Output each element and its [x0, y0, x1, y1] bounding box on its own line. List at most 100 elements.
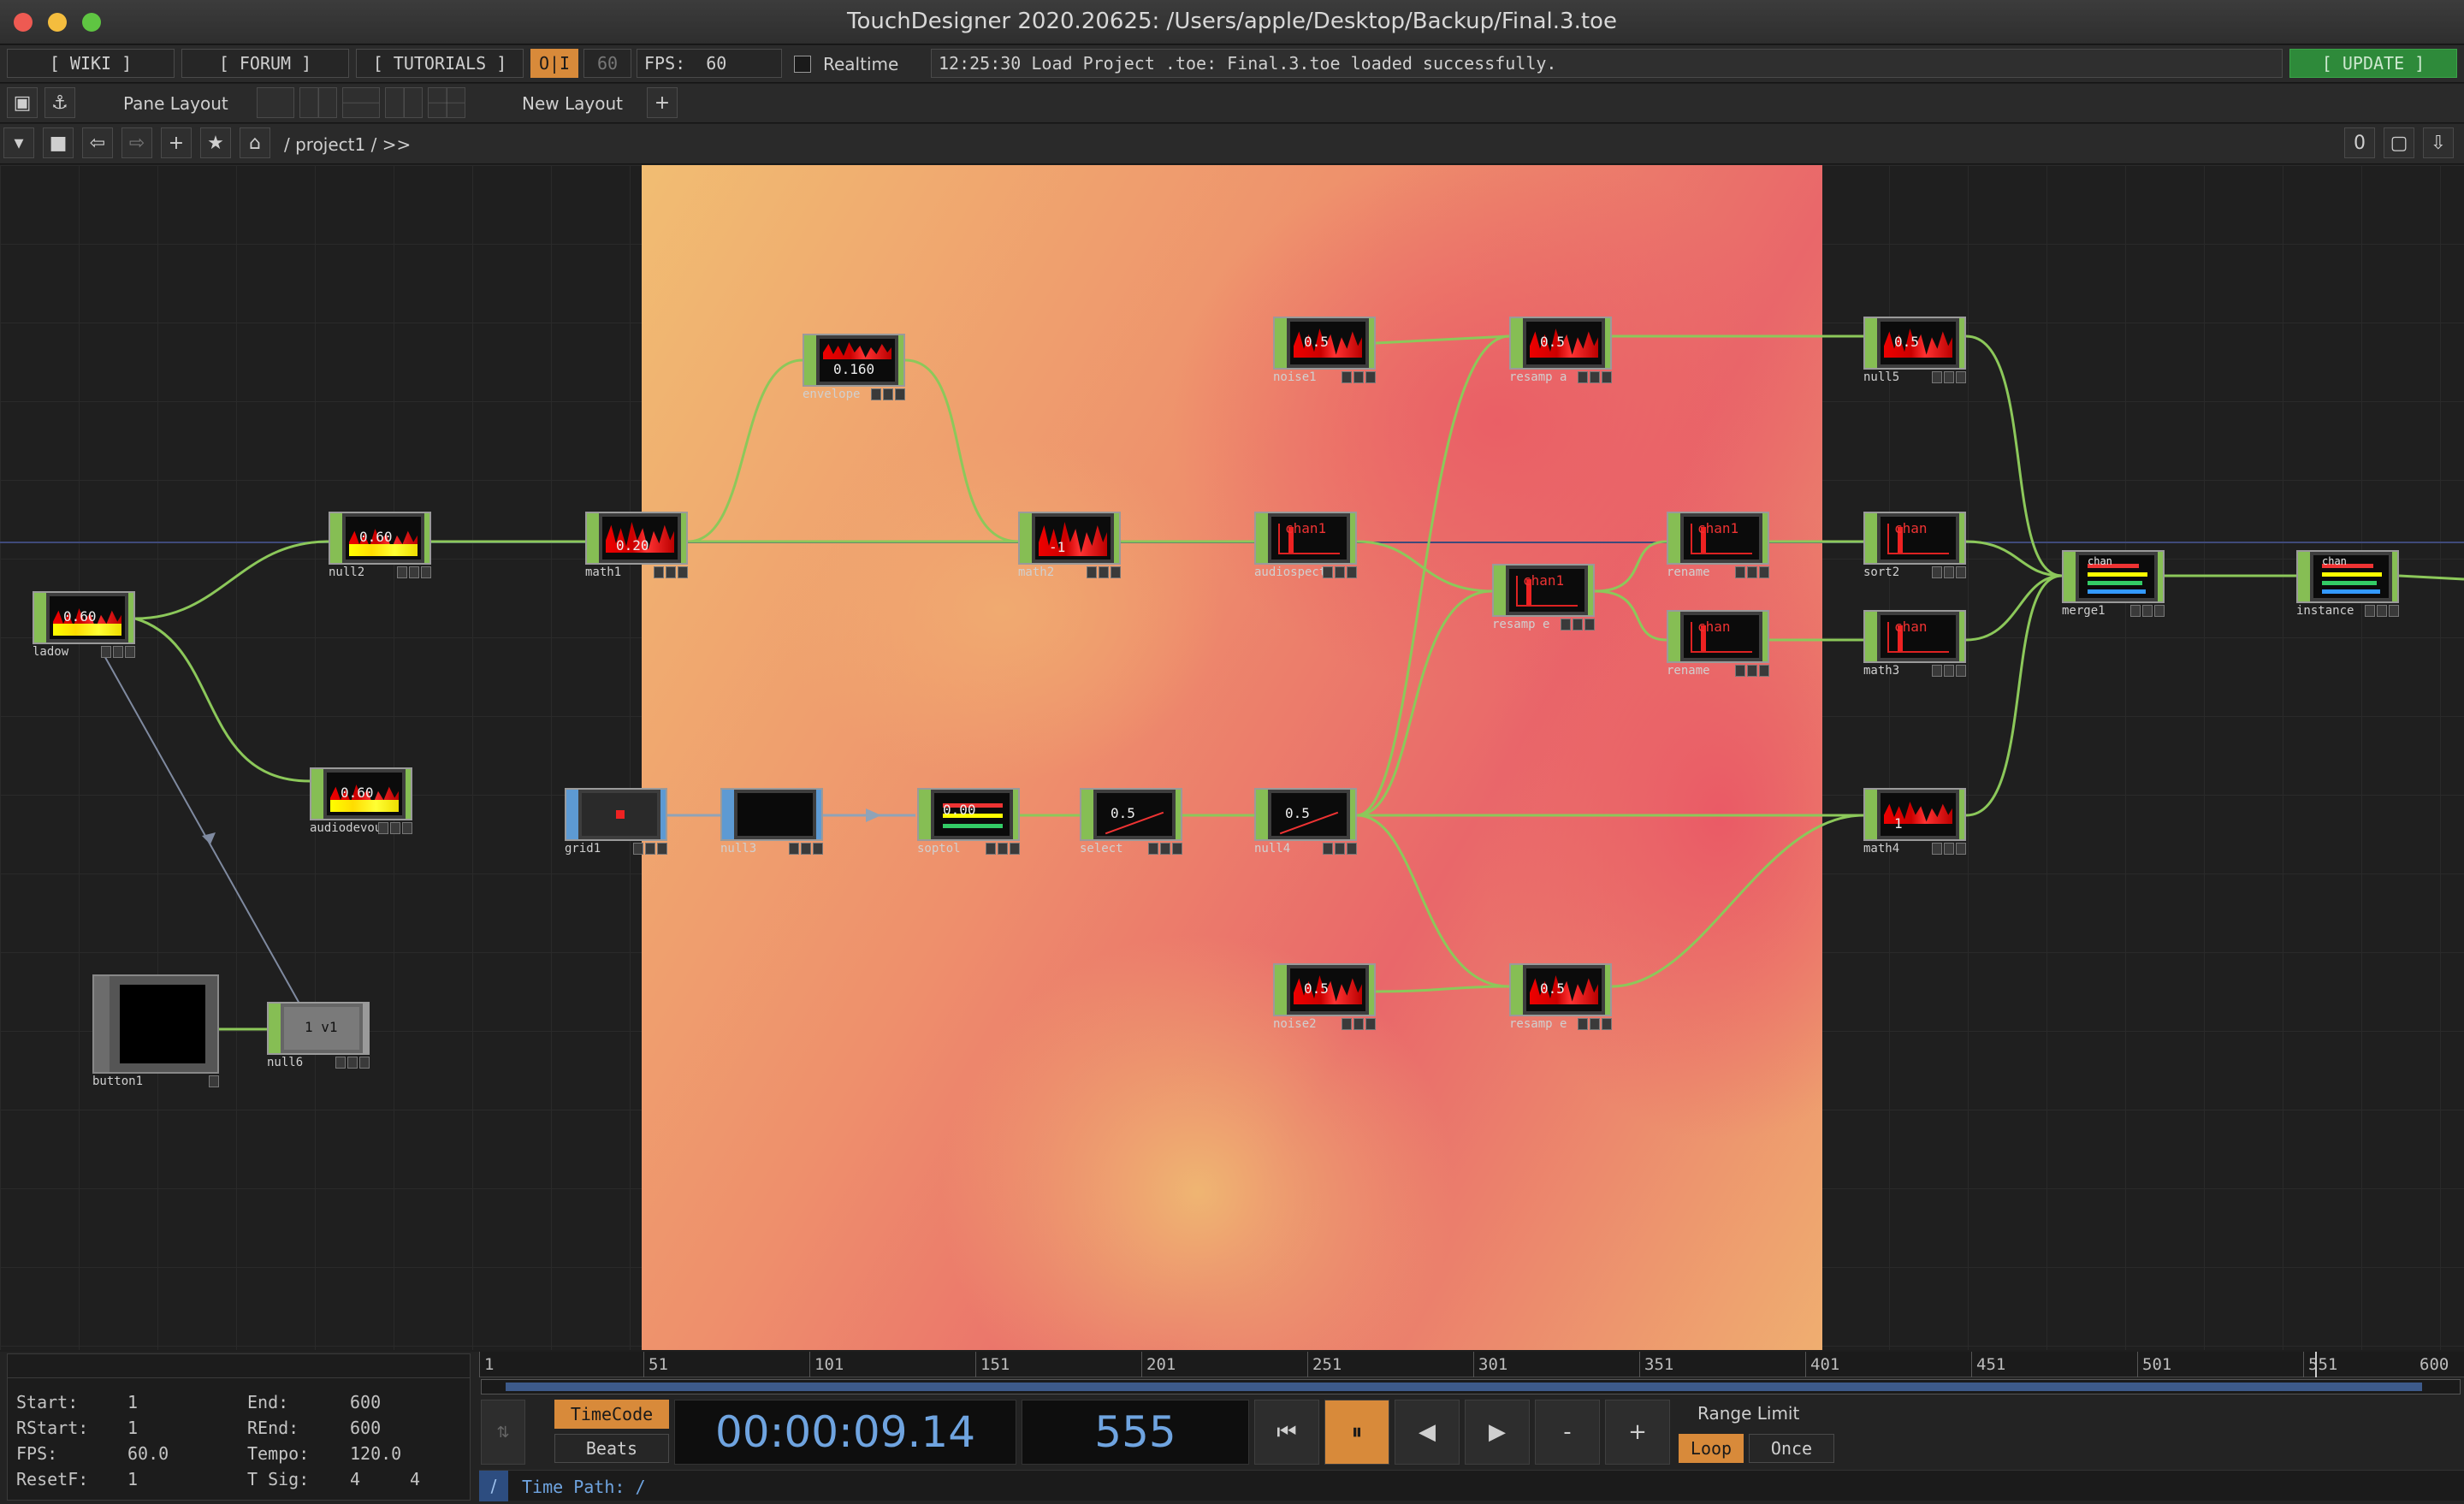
chop-node-envelope[interactable]: 0.160 envelope	[803, 334, 905, 400]
node-label: null5	[1863, 370, 1900, 384]
resetf-label: ResetF:	[16, 1469, 89, 1489]
chop-node-resamp-b[interactable]: chan1 resamp e	[1492, 564, 1595, 631]
layout-vsplit-icon[interactable]	[299, 87, 337, 118]
chop-node-instance[interactable]: chan instance	[2296, 550, 2399, 617]
chop-node-math3[interactable]: chan math3	[1863, 610, 1966, 677]
once-button[interactable]: Once	[1749, 1434, 1834, 1463]
chop-node-null5[interactable]: 0.5 null5	[1863, 317, 1966, 383]
chop-node-merge1[interactable]: chan merge1	[2062, 550, 2165, 617]
tick-label: 301	[1478, 1355, 1508, 1374]
loop-button[interactable]: Loop	[1679, 1434, 1744, 1463]
timeline-ruler[interactable]: 1 51 101 151 201 251 301 351 401 451 501…	[479, 1352, 2464, 1377]
chop-node-null2[interactable]: 0.60 null2	[329, 512, 431, 578]
rstart-value[interactable]: 1	[127, 1418, 138, 1438]
layout-bar: ▣ ⚓ Pane Layout New Layout +	[0, 84, 2464, 123]
range-limit-label: Range Limit	[1697, 1403, 1800, 1424]
timecode-display[interactable]: 00:00:09.14	[674, 1400, 1016, 1465]
chop-node-soptol[interactable]: 0.00 soptol	[917, 788, 1020, 855]
chop-node-ladow[interactable]: 0.60 ladow	[33, 591, 135, 658]
chop-node-rename1[interactable]: chan1 rename	[1667, 512, 1769, 578]
timeline-scrollbar[interactable]	[481, 1379, 2461, 1394]
node-viewer	[737, 793, 813, 836]
zero-box[interactable]: 0	[2344, 127, 2375, 158]
chop-node-sort2[interactable]: chan sort2	[1863, 512, 1966, 578]
start-value[interactable]: 1	[127, 1392, 138, 1412]
step-forward-button[interactable]: ▶	[1465, 1400, 1530, 1465]
speed-minus-button[interactable]: -	[1535, 1400, 1600, 1465]
star-icon[interactable]: ★	[200, 127, 231, 158]
anchor-icon[interactable]: ⚓	[44, 87, 75, 118]
update-button[interactable]: [ UPDATE ]	[2289, 49, 2457, 78]
pane-image-icon[interactable]: ▣	[7, 87, 38, 118]
chop-node-resamp-a[interactable]: 0.5 resamp a	[1509, 317, 1612, 383]
tsig-value-2[interactable]: 4	[410, 1469, 420, 1489]
top-node-null3[interactable]: null3	[720, 788, 823, 855]
realtime-label: Realtime	[823, 54, 899, 74]
layout-hsplit-icon[interactable]	[342, 87, 380, 118]
tutorials-button[interactable]: [ TUTORIALS ]	[356, 49, 524, 78]
menu-chevron-icon[interactable]: ▾	[3, 127, 34, 158]
chop-node-noise2[interactable]: 0.5 noise2	[1273, 963, 1376, 1030]
chop-node-select[interactable]: 0.5 select	[1080, 788, 1182, 855]
forum-button[interactable]: [ FORUM ]	[181, 49, 349, 78]
chop-node-math1[interactable]: 0.20 math1	[585, 512, 688, 578]
layout-quad-icon[interactable]	[428, 87, 465, 118]
node-viewer: chan	[2079, 555, 2154, 598]
chop-node-math4[interactable]: 1 math4	[1863, 788, 1966, 855]
network-path[interactable]: / project1 / >>	[284, 134, 411, 155]
tick-label: 600	[2420, 1355, 2449, 1374]
top-node-grid1[interactable]: grid1	[565, 788, 667, 855]
speed-plus-button[interactable]: +	[1605, 1400, 1670, 1465]
panel-node-button1[interactable]: button1	[92, 974, 219, 1087]
chop-node-audiospect[interactable]: chan1 audiospect	[1254, 512, 1357, 578]
new-layout-plus-button[interactable]: +	[647, 87, 678, 118]
network-editor[interactable]: 0.60 ladow 0.60 null2 0.20 math1 0.160 e…	[0, 165, 2464, 1350]
home-icon[interactable]: ⌂	[240, 127, 270, 158]
realtime-checkbox[interactable]	[794, 56, 811, 73]
tick-label: 551	[2308, 1355, 2338, 1374]
fps-info-value[interactable]: 60.0	[127, 1443, 169, 1464]
rstart-label: RStart:	[16, 1418, 89, 1438]
wiki-button[interactable]: [ WIKI ]	[7, 49, 175, 78]
chop-node-null4[interactable]: 0.5 null4	[1254, 788, 1357, 855]
beats-mode-button[interactable]: Beats	[554, 1434, 669, 1463]
timecode-mode-button[interactable]: TimeCode	[554, 1400, 669, 1429]
oi-toggle-button[interactable]: O|I	[530, 49, 578, 78]
forward-arrow-icon[interactable]: ⇨	[121, 127, 152, 158]
chop-node-audiodevout1[interactable]: 0.60 audiodevout1	[310, 767, 412, 834]
tsig-value-1[interactable]: 4	[350, 1469, 360, 1489]
timeline-scroll-thumb[interactable]	[506, 1383, 2422, 1391]
chop-node-null6[interactable]: 1 v1 null6	[267, 1002, 370, 1069]
chop-node-resamp-c[interactable]: 0.5 resamp e	[1509, 963, 1612, 1030]
layout-single-icon[interactable]	[257, 87, 294, 118]
node-viewer	[582, 793, 657, 836]
layout-three-icon[interactable]	[385, 87, 423, 118]
back-arrow-icon[interactable]: ⇦	[82, 127, 113, 158]
add-icon[interactable]: +	[161, 127, 192, 158]
time-path-slash[interactable]: /	[479, 1471, 508, 1501]
fps-label: FPS:	[644, 53, 686, 74]
pause-button[interactable]: ⏸	[1324, 1400, 1389, 1465]
chop-node-rename2[interactable]: chan rename	[1667, 610, 1769, 677]
chop-node-noise1[interactable]: 0.5 noise1	[1273, 317, 1376, 383]
fps-value: 60	[706, 53, 727, 74]
end-value[interactable]: 600	[350, 1392, 381, 1412]
transport-extra-button[interactable]: ⇅	[481, 1400, 525, 1465]
stop-icon[interactable]: ■	[43, 127, 74, 158]
frame-display[interactable]: 555	[1022, 1400, 1249, 1465]
tempo-value[interactable]: 120.0	[350, 1443, 401, 1464]
rewind-button[interactable]: ⏮	[1254, 1400, 1319, 1465]
maximize-pane-icon[interactable]: ▢	[2384, 127, 2414, 158]
node-viewer: chan	[1881, 517, 1956, 560]
fps-cap-box[interactable]: 60	[583, 49, 631, 78]
tick-label: 251	[1312, 1355, 1342, 1374]
resetf-value[interactable]: 1	[127, 1469, 138, 1489]
main-toolbar: [ WIKI ] [ FORUM ] [ TUTORIALS ] O|I 60 …	[0, 45, 2464, 83]
step-back-button[interactable]: ◀	[1395, 1400, 1460, 1465]
chop-node-math2[interactable]: -1 math2	[1018, 512, 1121, 578]
pane-down-icon[interactable]: ⇩	[2423, 127, 2454, 158]
playhead[interactable]	[2315, 1352, 2317, 1377]
node-label: math4	[1863, 842, 1900, 856]
node-viewer: chan1	[1509, 569, 1584, 612]
rend-value[interactable]: 600	[350, 1418, 381, 1438]
